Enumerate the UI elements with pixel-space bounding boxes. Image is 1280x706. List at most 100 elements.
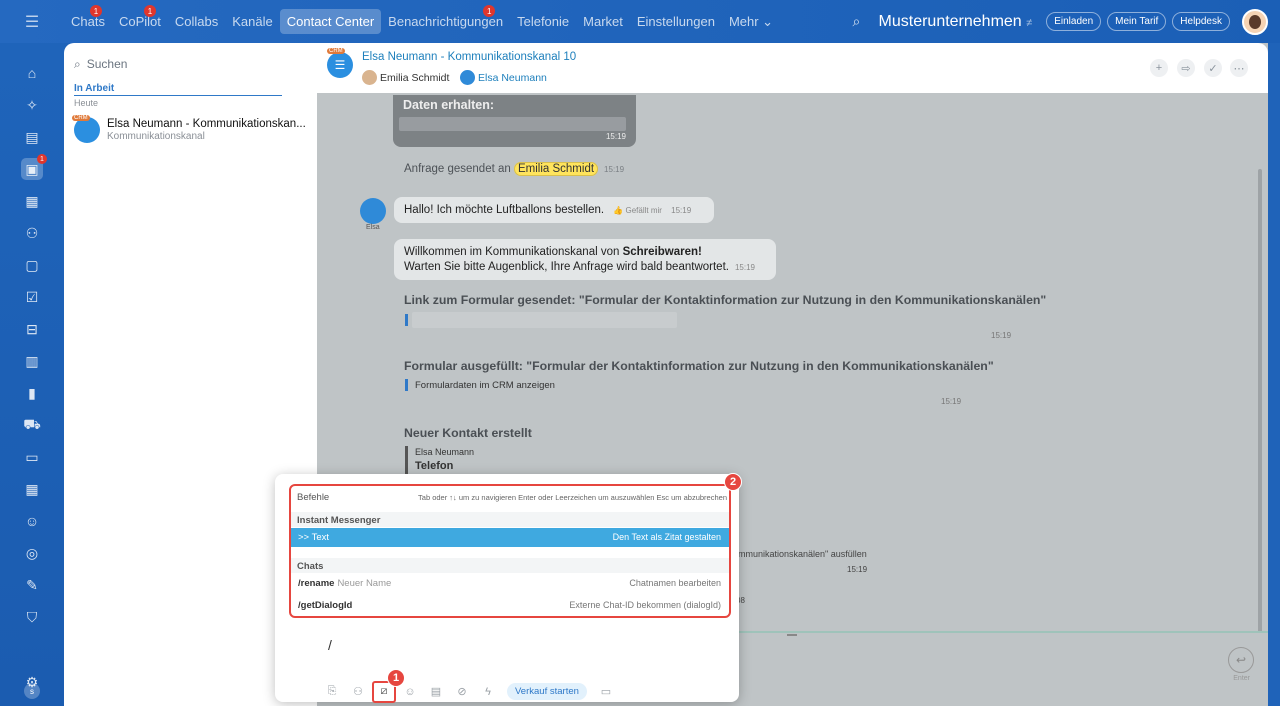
crm-form-link[interactable]: Formulardaten im CRM anzeigen [415, 380, 555, 391]
hidden-message-icon[interactable]: ⊘ [455, 685, 469, 699]
command-desc: Chatnamen bearbeiten [629, 578, 721, 588]
command-desc: Externe Chat-ID bekommen (dialogId) [569, 600, 721, 610]
background-message-text: mmunikationskanälen" ausfüllen [738, 549, 867, 559]
data-received-title: Daten erhalten: [403, 98, 494, 112]
hint-select: Enter oder Leerzeichen um auszuwählen [518, 493, 655, 502]
request-prefix: Anfrage gesendet an [404, 163, 511, 175]
command-rename[interactable]: /rename Neuer Name Chatnamen bearbeiten [291, 574, 729, 593]
quick-action-icon[interactable]: ϟ [481, 685, 495, 699]
contact-phone: Telefon [415, 460, 454, 472]
nav-copilot[interactable]: CoPilot 1 [112, 5, 168, 33]
command-quote[interactable]: >> Text Den Text als Zitat gestalten [291, 528, 729, 547]
resize-handle[interactable] [787, 634, 797, 636]
feed-icon[interactable]: ▤ [21, 126, 43, 148]
mention-icon[interactable]: ⚇ [351, 685, 365, 699]
nav-benachrichtigungen[interactable]: Benachrichtigungen 1 [381, 5, 510, 33]
member-avatar [362, 70, 377, 85]
annotation-marker-2: 2 [724, 473, 742, 491]
company-name[interactable]: Musterunternehmen ≠ [879, 13, 1033, 31]
attach-icon[interactable]: ⎘ [325, 685, 339, 699]
message-input[interactable]: / [328, 637, 332, 653]
command-desc: Den Text als Zitat gestalten [612, 532, 721, 542]
helpdesk-button[interactable]: Helpdesk [1172, 12, 1230, 31]
command-popup-title: Befehle [297, 492, 330, 503]
copilot-icon[interactable]: ✧ [21, 94, 43, 116]
forms-icon[interactable]: ▭ [599, 685, 613, 699]
home-icon[interactable]: ⌂ [21, 62, 43, 84]
top-right-area: ⌕ Musterunternehmen ≠ Einladen Mein Tari… [853, 0, 1280, 43]
customer-message-text: Hallo! Ich möchte Luftballons bestellen. [404, 204, 605, 216]
contacts-icon[interactable]: ▭ [21, 446, 43, 468]
crm-icon[interactable]: ⊟ [21, 318, 43, 340]
member-avatar [460, 70, 475, 85]
message-time: 15:19 [604, 165, 625, 174]
command-param: Neuer Name [337, 578, 392, 589]
support-icon[interactable]: ⛉ [21, 606, 43, 628]
emoji-icon[interactable]: ☺ [403, 685, 417, 699]
analytics-icon[interactable]: ▮ [21, 382, 43, 404]
chat-icon[interactable]: ▣ 1 [21, 154, 47, 180]
nav-kanaele[interactable]: Kanäle [225, 10, 279, 33]
robot-icon[interactable]: ☺ [21, 510, 43, 532]
user-avatar[interactable] [1242, 8, 1268, 35]
form-link-message: Link zum Formular gesendet: "Formular de… [404, 293, 1047, 307]
recent-search[interactable]: ⌕ Suchen [74, 53, 127, 75]
shop-icon[interactable]: ⛟ [21, 414, 43, 436]
board-icon[interactable]: ▥ [21, 350, 43, 372]
recent-chat-item[interactable]: CRM Elsa Neumann - Kommunikationskan... … [72, 115, 314, 145]
forward-icon[interactable]: ⇨ [1177, 59, 1195, 77]
booking-icon[interactable]: ▦ [21, 478, 43, 500]
new-contact-title: Neuer Kontakt erstellt [404, 426, 532, 440]
documents-icon[interactable]: ▢ [21, 254, 43, 276]
command-popup: Befehle Tab oder ↑↓ um zu navigieren Ent… [289, 484, 731, 618]
sender-avatar[interactable] [360, 198, 386, 224]
signature-icon[interactable]: ✎ [21, 574, 43, 596]
groups-icon[interactable]: ⚇ [21, 222, 43, 244]
crm-tag: CRM [72, 115, 90, 121]
more-icon[interactable]: ⋯ [1230, 59, 1248, 77]
nav-collabs[interactable]: Collabs [168, 10, 225, 33]
command-get-dialog-id[interactable]: /getDialogId Externe Chat-ID bekommen (di… [291, 596, 729, 615]
top-navigation-bar: ☰ Chats 1 CoPilot 1 Collabs Kanäle Contact… [0, 0, 1280, 43]
mention-emilia[interactable]: Emilia Schmidt [513, 162, 599, 176]
member-emilia[interactable]: Emilia Schmidt [362, 70, 449, 85]
sender-name: Elsa [366, 224, 380, 231]
command-section-im: Instant Messenger [291, 512, 729, 527]
search-placeholder: Suchen [86, 57, 128, 71]
my-plan-button[interactable]: Mein Tarif [1107, 12, 1167, 31]
group-in-work[interactable]: In Arbeit [74, 83, 282, 96]
chat-avatar: CRM [72, 115, 100, 143]
chat-header-avatar[interactable]: ☰ [327, 52, 353, 78]
finish-icon[interactable]: ✓ [1204, 59, 1222, 77]
chat-header-crm-tag: CRM [327, 48, 345, 54]
nav-einstellungen[interactable]: Einstellungen [630, 10, 722, 33]
nav-market[interactable]: Market [576, 10, 630, 33]
calendar-icon[interactable]: ▦ [21, 190, 43, 212]
hint-navigate: Tab oder ↑↓ um zu navigieren [418, 493, 516, 502]
nav-mehr[interactable]: Mehr ⌄ [722, 10, 780, 34]
command-name: >> Text [298, 532, 329, 543]
welcome-line-2-text: Warten Sie bitte Augenblick, Ihre Anfrag… [404, 261, 729, 273]
member-elsa[interactable]: Elsa Neumann [460, 70, 547, 85]
search-icon[interactable]: ⌕ [853, 13, 873, 30]
enter-icon[interactable]: ↩ [1228, 647, 1254, 673]
start-sale-button[interactable]: Verkauf starten [507, 683, 587, 700]
invite-button[interactable]: Einladen [1046, 12, 1102, 31]
request-sent-message: Anfrage gesendet an Emilia Schmidt 15:19 [404, 162, 625, 176]
like-button[interactable]: 👍 Gefällt mir [613, 206, 662, 215]
nav-telefonie[interactable]: Telefonie [510, 10, 576, 33]
composer-toolbar: ⎘ ⚇ ⧄ ☺ ▤ ⊘ ϟ Verkauf starten ▭ [325, 680, 613, 703]
company-name-suffix: ≠ [1026, 16, 1033, 29]
chat-title[interactable]: Elsa Neumann - Kommunikationskanal 10 [362, 51, 576, 63]
template-icon[interactable]: ▤ [429, 685, 443, 699]
menu-icon[interactable]: ☰ [0, 12, 64, 32]
marketing-icon[interactable]: ◎ [21, 542, 43, 564]
nav-contact-center[interactable]: Contact Center [279, 9, 382, 34]
nav-chats[interactable]: Chats 1 [64, 5, 112, 33]
command-name: /getDialogId [298, 600, 353, 611]
tasks-icon[interactable]: ☑ [21, 286, 43, 308]
add-member-icon[interactable]: + [1150, 59, 1168, 77]
contact-name: Elsa Neumann [415, 447, 475, 457]
settings-icon[interactable]: ⚙ [21, 671, 43, 693]
message-scrollbar[interactable] [1258, 169, 1262, 633]
